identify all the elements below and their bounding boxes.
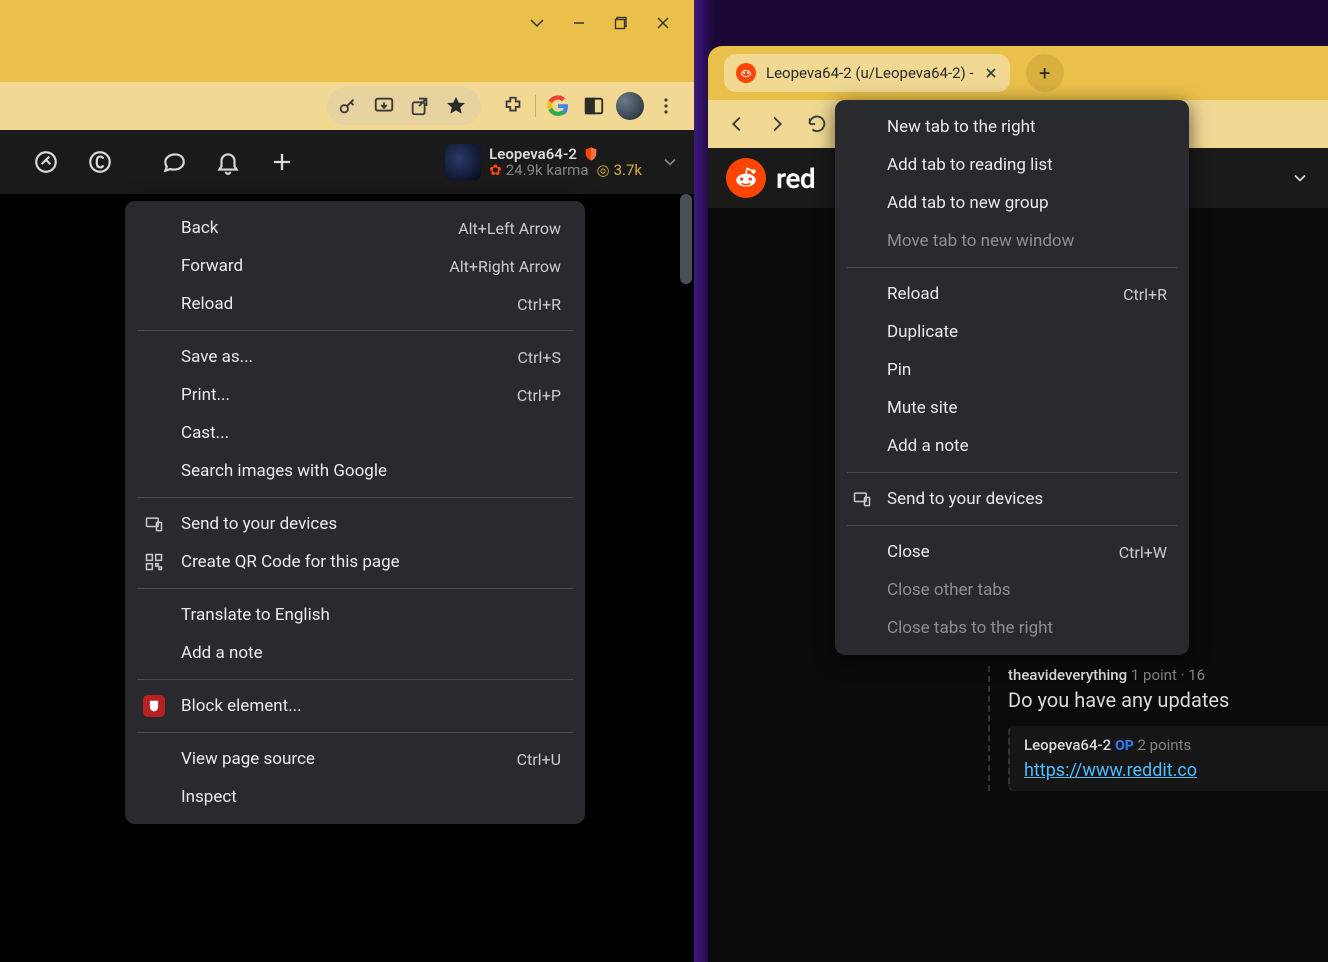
- omnibox-actions: [327, 87, 481, 125]
- menu-save-as[interactable]: Save as...Ctrl+S: [125, 338, 585, 376]
- tab-title: Leopeva64-2 (u/Leopeva64-2) -: [766, 64, 974, 82]
- devices-icon: [143, 513, 165, 535]
- coin-badge-icon: ◎: [596, 162, 609, 179]
- menu-add-to-group[interactable]: Add tab to new group: [835, 184, 1189, 222]
- reddit-favicon: [736, 63, 756, 83]
- menu-cast[interactable]: Cast...: [125, 414, 585, 452]
- karma-value: 24.9k karma: [506, 162, 589, 179]
- menu-print[interactable]: Print...Ctrl+P: [125, 376, 585, 414]
- qr-icon: [143, 551, 165, 573]
- nested-link[interactable]: https://www.reddit.co: [1024, 760, 1197, 781]
- comment-username[interactable]: theavideverything: [1008, 666, 1127, 684]
- menu-pin[interactable]: Pin: [835, 351, 1189, 389]
- menu-close-tab[interactable]: CloseCtrl+W: [835, 533, 1189, 571]
- maximize-button[interactable]: [600, 5, 642, 41]
- close-window-button[interactable]: [642, 5, 684, 41]
- chat-icon[interactable]: [156, 144, 192, 180]
- menu-close-right: Close tabs to the right: [835, 609, 1189, 647]
- coins-value: 3.7k: [614, 162, 642, 179]
- username-label: Leopeva64-2: [489, 146, 577, 163]
- menu-create-qr[interactable]: Create QR Code for this page: [125, 543, 585, 581]
- menu-duplicate[interactable]: Duplicate: [835, 313, 1189, 351]
- reload-button[interactable]: [798, 105, 836, 143]
- forward-button[interactable]: [758, 105, 796, 143]
- tab-context-menu: New tab to the right Add tab to reading …: [835, 100, 1189, 655]
- menu-tab-send-devices[interactable]: Send to your devices: [835, 480, 1189, 518]
- menu-back[interactable]: BackAlt+Left Arrow: [125, 209, 585, 247]
- titlebar-dropdown-icon[interactable]: [516, 5, 558, 41]
- menu-block-element[interactable]: Block element...: [125, 687, 585, 725]
- shield-icon: [583, 146, 599, 162]
- share-page-icon[interactable]: [409, 95, 431, 117]
- coin-icon[interactable]: [82, 144, 118, 180]
- browser-tab[interactable]: Leopeva64-2 (u/Leopeva64-2) -: [724, 54, 1010, 92]
- devices-icon: [851, 488, 873, 510]
- reddit-logo-icon[interactable]: [726, 158, 766, 198]
- menu-translate[interactable]: Translate to English: [125, 596, 585, 634]
- menu-add-reading-list[interactable]: Add tab to reading list: [835, 146, 1189, 184]
- user-menu[interactable]: Leopeva64-2 ✿ 24.9k karma ◎ 3.7k: [445, 144, 680, 180]
- karma-gear-icon: ✿: [489, 162, 502, 179]
- menu-inspect[interactable]: Inspect: [125, 778, 585, 816]
- tab-strip-right: Leopeva64-2 (u/Leopeva64-2) - +: [708, 46, 1328, 100]
- menu-new-tab-right[interactable]: New tab to the right: [835, 108, 1189, 146]
- profile-avatar[interactable]: [612, 88, 648, 124]
- menu-close-other: Close other tabs: [835, 571, 1189, 609]
- create-post-icon[interactable]: [264, 144, 300, 180]
- extensions-button[interactable]: [495, 88, 531, 124]
- nested-comment: Leopeva64-2OP 2 points https://www.reddi…: [1008, 726, 1328, 791]
- toolbar-divider: [535, 95, 536, 117]
- user-avatar-icon: [445, 144, 481, 180]
- chrome-menu-button[interactable]: [648, 88, 684, 124]
- comment-text: Do you have any updates: [1008, 688, 1328, 712]
- back-button[interactable]: [718, 105, 756, 143]
- page-context-menu: BackAlt+Left Arrow ForwardAlt+Right Arro…: [125, 201, 585, 824]
- menu-view-source[interactable]: View page sourceCtrl+U: [125, 740, 585, 778]
- menu-reload[interactable]: ReloadCtrl+R: [125, 285, 585, 323]
- nested-username[interactable]: Leopeva64-2: [1024, 736, 1111, 754]
- window-titlebar: [0, 0, 694, 46]
- menu-tab-reload[interactable]: ReloadCtrl+R: [835, 275, 1189, 313]
- scrollbar-thumb[interactable]: [680, 194, 692, 284]
- ublock-icon: [143, 695, 165, 717]
- chevron-down-icon[interactable]: [1290, 168, 1310, 188]
- key-icon[interactable]: [337, 95, 359, 117]
- install-icon[interactable]: [373, 95, 395, 117]
- menu-move-to-window: Move tab to new window: [835, 222, 1189, 260]
- toolbar-left: [0, 82, 694, 130]
- google-account-icon[interactable]: [540, 88, 576, 124]
- minimize-button[interactable]: [558, 5, 600, 41]
- reddit-wordmark: red: [776, 162, 815, 195]
- menu-tab-add-note[interactable]: Add a note: [835, 427, 1189, 465]
- side-panel-button[interactable]: [576, 88, 612, 124]
- menu-send-devices[interactable]: Send to your devices: [125, 505, 585, 543]
- menu-mute-site[interactable]: Mute site: [835, 389, 1189, 427]
- menu-search-images[interactable]: Search images with Google: [125, 452, 585, 490]
- menu-add-note[interactable]: Add a note: [125, 634, 585, 672]
- menu-forward[interactable]: ForwardAlt+Right Arrow: [125, 247, 585, 285]
- tab-strip-left: [0, 46, 694, 82]
- comment: theavideverything 1 point · 16 Do you ha…: [988, 666, 1328, 791]
- new-tab-button[interactable]: +: [1026, 54, 1064, 92]
- reddit-header-left: Leopeva64-2 ✿ 24.9k karma ◎ 3.7k: [0, 130, 694, 194]
- chevron-down-icon: [660, 152, 680, 172]
- bookmark-star-icon[interactable]: [445, 95, 467, 117]
- notifications-icon[interactable]: [210, 144, 246, 180]
- tab-close-icon[interactable]: [984, 66, 998, 80]
- popular-icon[interactable]: [28, 144, 64, 180]
